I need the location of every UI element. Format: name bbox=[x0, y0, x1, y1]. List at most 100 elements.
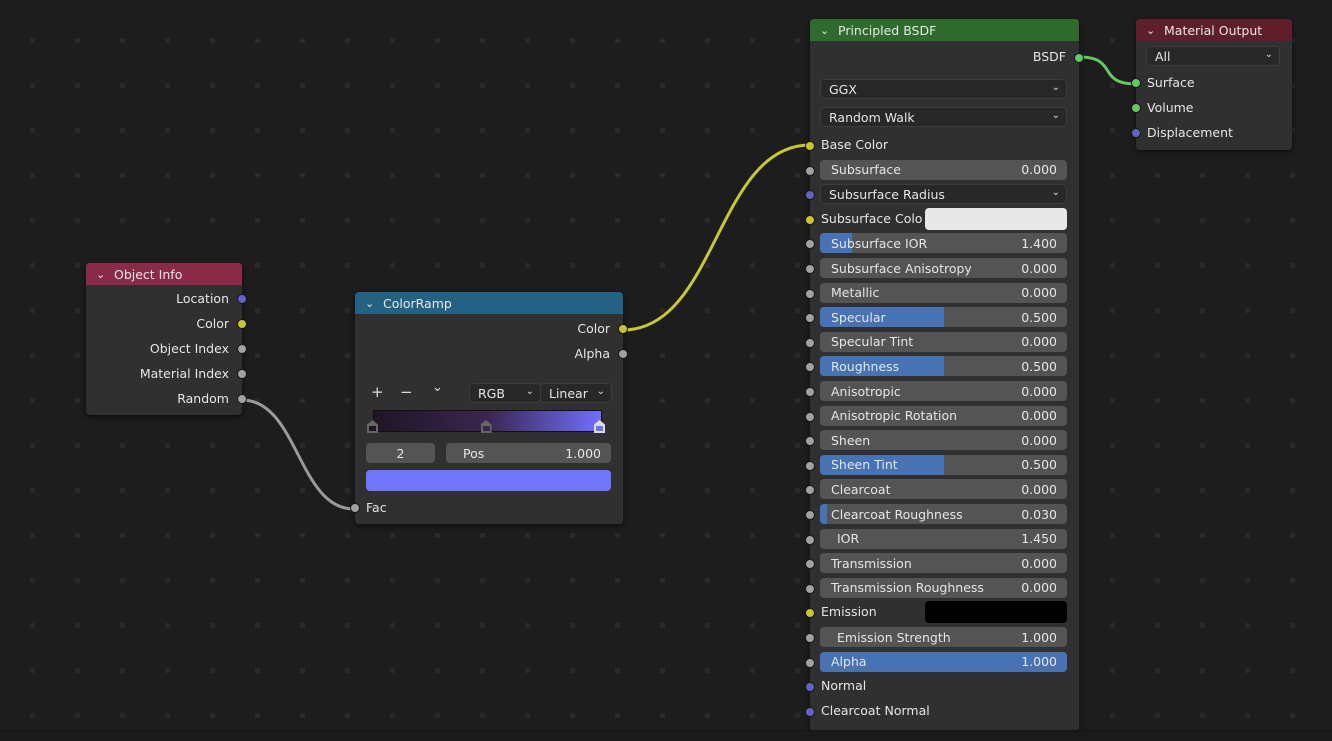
grid-dot bbox=[255, 218, 260, 223]
subsurface-socket[interactable] bbox=[805, 165, 815, 176]
anisotropic-socket[interactable] bbox=[805, 387, 815, 397]
transmission-field[interactable]: Transmission 0.000 bbox=[820, 553, 1067, 574]
grid-dot bbox=[750, 218, 755, 223]
emission-strength-socket[interactable] bbox=[805, 633, 815, 643]
input-socket[interactable] bbox=[1131, 128, 1141, 138]
subsurface-label: Subsurface bbox=[831, 162, 901, 178]
grid-dot bbox=[1200, 218, 1205, 223]
grid-dot bbox=[705, 218, 710, 223]
grid-dot bbox=[390, 83, 395, 88]
transmission-socket[interactable] bbox=[805, 559, 815, 570]
grid-dot bbox=[705, 173, 710, 178]
ior-field[interactable]: IOR 1.450 bbox=[820, 528, 1067, 549]
roughness-socket[interactable] bbox=[805, 362, 815, 373]
specular-tint-field[interactable]: Specular Tint 0.000 bbox=[820, 331, 1067, 352]
alpha-socket[interactable] bbox=[805, 657, 815, 668]
metallic-field[interactable]: Metallic 0.000 bbox=[820, 282, 1067, 303]
emission-socket[interactable] bbox=[805, 608, 815, 619]
emission-color-swatch[interactable] bbox=[925, 601, 1067, 624]
clearcoat-roughness-socket[interactable] bbox=[805, 510, 815, 520]
collapse-chevron-icon[interactable]: ⌄ bbox=[820, 24, 832, 37]
output-socket[interactable] bbox=[237, 344, 247, 354]
input-socket[interactable] bbox=[1131, 78, 1141, 88]
output-socket[interactable] bbox=[618, 349, 628, 359]
output-socket[interactable] bbox=[237, 369, 247, 379]
anisotropic-field[interactable]: Anisotropic 0.000 bbox=[820, 381, 1067, 401]
distribution-dropdown[interactable]: GGX ⌄ bbox=[820, 79, 1067, 99]
ramp-menu-button[interactable]: ⌄ bbox=[432, 380, 443, 395]
active-stop-index[interactable]: 2 bbox=[366, 443, 435, 463]
transmission-roughness-socket[interactable] bbox=[805, 583, 815, 594]
collapse-chevron-icon[interactable]: ⌄ bbox=[365, 297, 377, 310]
grid-dot bbox=[300, 668, 305, 673]
input-socket[interactable] bbox=[1131, 103, 1141, 113]
alpha-field[interactable]: Alpha 1.000 bbox=[820, 651, 1067, 672]
principled-bsdf-node[interactable]: ⌄ Principled BSDF BSDF GGX ⌄ Random Walk… bbox=[805, 19, 1084, 731]
subsurface-anisotropy-field[interactable]: Subsurface Anisotropy 0.000 bbox=[820, 258, 1067, 278]
stop-position-field[interactable]: Pos 1.000 bbox=[446, 443, 611, 463]
grid-dot bbox=[1200, 578, 1205, 583]
specular-field[interactable]: Specular 0.500 bbox=[820, 307, 1067, 328]
grid-dot bbox=[165, 578, 170, 583]
subsurface-method-dropdown[interactable]: Random Walk ⌄ bbox=[820, 107, 1067, 127]
subsurface-ior-socket[interactable] bbox=[805, 239, 815, 250]
material-output-header[interactable]: ⌄ Material Output bbox=[1136, 19, 1292, 41]
add-stop-button[interactable]: + bbox=[371, 383, 384, 401]
output-socket[interactable] bbox=[618, 324, 628, 334]
roughness-field[interactable]: Roughness 0.500 bbox=[820, 356, 1067, 377]
ior-socket[interactable] bbox=[805, 534, 815, 545]
specular-socket[interactable] bbox=[805, 313, 815, 324]
subsurface-field[interactable]: Subsurface 0.000 bbox=[820, 159, 1067, 180]
grid-dot bbox=[705, 263, 710, 268]
object-info-node[interactable]: ⌄ Object Info Location Color Object Index M… bbox=[86, 263, 247, 415]
collapse-chevron-icon[interactable]: ⌄ bbox=[96, 268, 108, 281]
grid-dot bbox=[1110, 668, 1115, 673]
sheen-tint-socket[interactable] bbox=[805, 460, 815, 471]
output-socket[interactable] bbox=[237, 319, 247, 329]
fac-input-socket[interactable] bbox=[350, 503, 360, 513]
subsurface-ior-field[interactable]: Subsurface IOR 1.400 bbox=[820, 233, 1067, 254]
grid-dot bbox=[480, 713, 485, 718]
subsurface-colo-socket[interactable] bbox=[805, 214, 815, 225]
subsurface-colo-color-swatch[interactable] bbox=[925, 207, 1067, 230]
output-socket[interactable] bbox=[237, 394, 247, 404]
grid-dot bbox=[75, 218, 80, 223]
color-mode-dropdown[interactable]: RGB ⌄ bbox=[469, 383, 541, 403]
color-stop-swatch bbox=[482, 426, 490, 431]
sheen-field[interactable]: Sheen 0.000 bbox=[820, 430, 1067, 451]
colorramp-node[interactable]: ⌄ ColorRamp Color Alpha + − ⌄ RGB ⌄ Linea… bbox=[350, 292, 628, 524]
specular-tint-socket[interactable] bbox=[805, 337, 815, 348]
remove-stop-button[interactable]: − bbox=[400, 383, 413, 401]
material-output-node[interactable]: ⌄ Material Output All ⌄ Surface Volume Dis… bbox=[1131, 19, 1292, 150]
grid-dot bbox=[525, 218, 530, 223]
colorramp-header[interactable]: ⌄ ColorRamp bbox=[355, 292, 623, 314]
active-stop-color-swatch[interactable] bbox=[366, 470, 611, 491]
sheen-tint-field[interactable]: Sheen Tint 0.500 bbox=[820, 454, 1067, 475]
clearcoat-roughness-field[interactable]: Clearcoat Roughness 0.030 bbox=[820, 504, 1067, 524]
subsurface-radius-socket[interactable] bbox=[805, 190, 815, 201]
collapse-chevron-icon[interactable]: ⌄ bbox=[1146, 24, 1158, 37]
chevron-down-icon: ⌄ bbox=[1051, 110, 1060, 121]
clearcoat-socket[interactable] bbox=[805, 485, 815, 496]
anisotropic-rotation-socket[interactable] bbox=[805, 411, 815, 422]
sheen-socket[interactable] bbox=[805, 436, 815, 447]
clearcoat-normal-socket[interactable] bbox=[805, 706, 815, 717]
base-color-socket[interactable] bbox=[805, 141, 815, 151]
render-target-dropdown[interactable]: All ⌄ bbox=[1146, 46, 1280, 66]
metallic-socket[interactable] bbox=[805, 288, 815, 299]
anisotropic-rotation-field[interactable]: Anisotropic Rotation 0.000 bbox=[820, 405, 1067, 426]
grid-dot bbox=[1155, 173, 1160, 178]
bsdf-output-socket[interactable] bbox=[1074, 53, 1084, 63]
transmission-roughness-field[interactable]: Transmission Roughness 0.000 bbox=[820, 577, 1067, 598]
clearcoat-field[interactable]: Clearcoat 0.000 bbox=[820, 479, 1067, 500]
subsurface-radius-dropdown[interactable]: Subsurface Radius ⌄ bbox=[820, 184, 1067, 205]
output-label: Location bbox=[176, 291, 229, 306]
principled-bsdf-header[interactable]: ⌄ Principled BSDF bbox=[810, 19, 1079, 41]
output-socket[interactable] bbox=[237, 294, 247, 304]
normal-socket[interactable] bbox=[805, 682, 815, 693]
interpolation-dropdown[interactable]: Linear ⌄ bbox=[540, 383, 612, 403]
subsurface-anisotropy-socket[interactable] bbox=[805, 264, 815, 274]
emission-strength-field[interactable]: Emission Strength 1.000 bbox=[820, 627, 1067, 647]
grid-dot bbox=[795, 353, 800, 358]
object-info-header[interactable]: ⌄ Object Info bbox=[86, 263, 242, 285]
